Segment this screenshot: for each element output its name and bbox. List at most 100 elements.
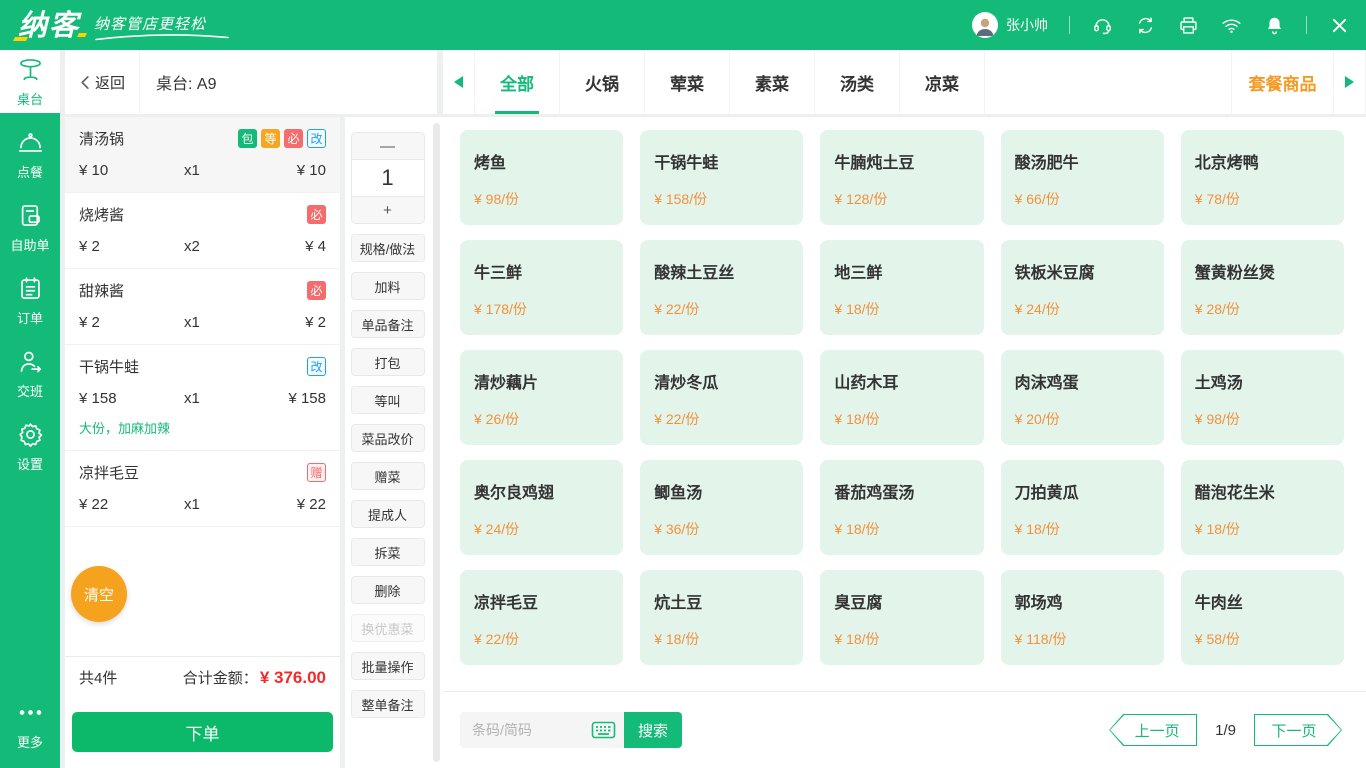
menu-item-price: ¥ 118/份 bbox=[1014, 631, 1067, 647]
order-item-qty: x1 bbox=[184, 162, 200, 179]
action-button[interactable]: 删除 bbox=[350, 576, 425, 604]
triangle-left-icon bbox=[454, 76, 463, 88]
menu-item-card[interactable]: 奥尔良鸡翅 ¥ 24/份 bbox=[460, 460, 624, 555]
combo-products-tab[interactable]: 套餐商品 bbox=[1232, 50, 1334, 114]
menu-item-price: ¥ 22/份 bbox=[474, 631, 520, 647]
sidebar-item-label: 自助单 bbox=[10, 237, 50, 253]
sidebar-item-self-order[interactable]: 自助单 bbox=[0, 196, 60, 259]
menu-item-card[interactable]: 醋泡花生米 ¥ 18/份 bbox=[1180, 460, 1344, 555]
menu-item-card[interactable]: 肉沫鸡蛋 ¥ 20/份 bbox=[1000, 350, 1164, 445]
menu-item-card[interactable]: 干锅牛蛙 ¥ 158/份 bbox=[640, 130, 804, 225]
menu-item-card[interactable]: 北京烤鸭 ¥ 78/份 bbox=[1180, 130, 1344, 225]
action-button[interactable]: 拆菜 bbox=[350, 538, 425, 566]
menu-item-card[interactable]: 清炒藕片 ¥ 26/份 bbox=[460, 350, 624, 445]
menu-item-price: ¥ 28/份 bbox=[1194, 301, 1240, 317]
clear-order-button[interactable]: 清空 bbox=[71, 566, 127, 622]
sidebar-item-orders[interactable]: 订单 bbox=[0, 269, 60, 332]
menu-item-name: 醋泡花生米 bbox=[1194, 485, 1275, 502]
order-item-total: ¥ 158 bbox=[288, 390, 326, 407]
menu-item-card[interactable]: 山药木耳 ¥ 18/份 bbox=[820, 350, 984, 445]
action-button[interactable]: 菜品改价 bbox=[350, 424, 425, 452]
qty-minus-button[interactable]: — bbox=[351, 133, 424, 159]
quantity-stepper: — 1 + bbox=[350, 132, 425, 224]
submit-order-button[interactable]: 下单 bbox=[72, 712, 333, 752]
prev-page-button[interactable]: 上一页 bbox=[1109, 714, 1198, 746]
menu-grid: 烤鱼 ¥ 98/份 干锅牛蛙 ¥ 158/份 牛腩炖土豆 ¥ 128/份 酸汤肥… bbox=[443, 117, 1366, 691]
search-button[interactable]: 搜索 bbox=[624, 712, 682, 748]
order-item[interactable]: 烧烤酱 必 ¥ 2 x2 ¥ 4 bbox=[65, 193, 340, 269]
action-button[interactable]: 规格/做法 bbox=[350, 234, 425, 262]
keyboard-icon[interactable] bbox=[591, 721, 616, 740]
action-button[interactable]: 赠菜 bbox=[350, 462, 425, 490]
order-item[interactable]: 甜辣酱 必 ¥ 2 x1 ¥ 2 bbox=[65, 269, 340, 345]
menu-item-card[interactable]: 地三鲜 ¥ 18/份 bbox=[820, 240, 984, 335]
action-button[interactable]: 批量操作 bbox=[350, 652, 425, 680]
menu-item-card[interactable]: 鲫鱼汤 ¥ 36/份 bbox=[640, 460, 804, 555]
sidebar-item-label: 交班 bbox=[16, 383, 43, 399]
menu-item-card[interactable]: 烤鱼 ¥ 98/份 bbox=[460, 130, 624, 225]
order-item-note: 大份，加麻加辣 bbox=[79, 421, 171, 436]
menu-item-card[interactable]: 郭场鸡 ¥ 118/份 bbox=[1000, 570, 1164, 665]
menu-item-card[interactable]: 酸汤肥牛 ¥ 66/份 bbox=[1000, 130, 1164, 225]
page-indicator: 1/9 bbox=[1215, 721, 1236, 739]
action-button[interactable]: 等叫 bbox=[350, 386, 425, 414]
menu-item-card[interactable]: 牛三鲜 ¥ 178/份 bbox=[460, 240, 624, 335]
search-group: 搜索 bbox=[460, 712, 682, 748]
item-actions-column: — 1 + 规格/做法加料单品备注打包等叫菜品改价赠菜提成人拆菜删除换优惠菜批量… bbox=[345, 117, 430, 768]
menu-item-card[interactable]: 蟹黄粉丝煲 ¥ 28/份 bbox=[1180, 240, 1344, 335]
printer-icon[interactable] bbox=[1177, 14, 1199, 36]
bell-icon[interactable] bbox=[1263, 14, 1285, 36]
next-page-button[interactable]: 下一页 bbox=[1254, 714, 1342, 746]
close-icon[interactable] bbox=[1328, 14, 1350, 36]
menu-item-name: 干锅牛蛙 bbox=[654, 155, 719, 172]
category-tab[interactable]: 全部 bbox=[475, 50, 560, 114]
menu-item-card[interactable]: 炕土豆 ¥ 18/份 bbox=[640, 570, 804, 665]
order-item-badge: 改 bbox=[307, 129, 326, 148]
menu-item-card[interactable]: 牛腩炖土豆 ¥ 128/份 bbox=[820, 130, 984, 225]
action-button[interactable]: 打包 bbox=[350, 348, 425, 376]
order-item[interactable]: 凉拌毛豆 赠 ¥ 22 x1 ¥ 22 bbox=[65, 451, 340, 527]
category-tab[interactable]: 素菜 bbox=[730, 50, 815, 114]
order-item[interactable]: 干锅牛蛙 改 ¥ 158 x1 ¥ 158 大份，加麻加辣 bbox=[65, 345, 340, 451]
sidebar-item-shift[interactable]: 交班 bbox=[0, 342, 60, 405]
category-tab[interactable]: 凉菜 bbox=[900, 50, 985, 114]
back-button[interactable]: 返回 bbox=[65, 50, 141, 114]
menu-item-card[interactable]: 番茄鸡蛋汤 ¥ 18/份 bbox=[820, 460, 984, 555]
menu-item-price: ¥ 78/份 bbox=[1194, 191, 1240, 207]
menu-item-card[interactable]: 牛肉丝 ¥ 58/份 bbox=[1180, 570, 1344, 665]
menu-item-card[interactable]: 臭豆腐 ¥ 18/份 bbox=[820, 570, 984, 665]
order-item[interactable]: 清汤锅 包等必改 ¥ 10 x1 ¥ 10 bbox=[65, 117, 340, 193]
sidebar-item-more[interactable]: 更多 bbox=[0, 693, 60, 756]
topbar-divider bbox=[1069, 16, 1070, 34]
sidebar-item-tables[interactable]: 桌台 bbox=[0, 50, 60, 113]
menu-item-card[interactable]: 铁板米豆腐 ¥ 24/份 bbox=[1000, 240, 1164, 335]
sidebar-item-order-food[interactable]: 点餐 bbox=[0, 123, 60, 186]
order-item-name: 凉拌毛豆 bbox=[79, 465, 140, 482]
order-item-badge: 赠 bbox=[307, 463, 326, 482]
action-button[interactable]: 提成人 bbox=[350, 500, 425, 528]
category-tab[interactable]: 荤菜 bbox=[645, 50, 730, 114]
sidebar-item-settings[interactable]: 设置 bbox=[0, 415, 60, 478]
menu-item-card[interactable]: 凉拌毛豆 ¥ 22/份 bbox=[460, 570, 624, 665]
menu-item-card[interactable]: 酸辣土豆丝 ¥ 22/份 bbox=[640, 240, 804, 335]
support-icon[interactable] bbox=[1091, 14, 1113, 36]
menu-item-price: ¥ 24/份 bbox=[1014, 301, 1060, 317]
scrollbar[interactable] bbox=[433, 123, 440, 762]
wifi-icon[interactable] bbox=[1220, 14, 1242, 36]
action-button[interactable]: 单品备注 bbox=[350, 310, 425, 338]
action-button[interactable]: 换优惠菜 bbox=[350, 614, 425, 642]
qty-plus-button[interactable]: + bbox=[351, 197, 424, 223]
menu-item-card[interactable]: 刀拍黄瓜 ¥ 18/份 bbox=[1000, 460, 1164, 555]
user-menu[interactable]: 张小帅 bbox=[972, 12, 1048, 38]
order-item-badges: 改 bbox=[307, 357, 326, 376]
tabs-scroll-left-button[interactable] bbox=[443, 50, 475, 114]
category-tab[interactable]: 汤类 bbox=[815, 50, 900, 114]
tabs-scroll-right-button[interactable] bbox=[1334, 50, 1366, 114]
menu-item-card[interactable]: 土鸡汤 ¥ 98/份 bbox=[1180, 350, 1344, 445]
sync-icon[interactable] bbox=[1134, 14, 1156, 36]
action-button[interactable]: 整单备注 bbox=[350, 690, 425, 718]
order-summary: 共4件 合计金额： ¥ 376.00 bbox=[65, 656, 340, 698]
menu-item-card[interactable]: 清炒冬瓜 ¥ 22/份 bbox=[640, 350, 804, 445]
action-button[interactable]: 加料 bbox=[350, 272, 425, 300]
category-tab[interactable]: 火锅 bbox=[560, 50, 645, 114]
